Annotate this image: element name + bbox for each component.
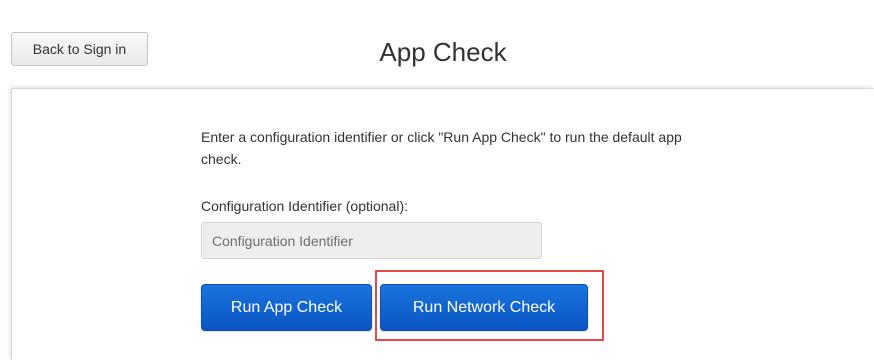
page-title: App Check	[379, 37, 507, 67]
run-network-check-button[interactable]: Run Network Check	[380, 284, 588, 331]
page-header: Back to Sign in App Check	[0, 0, 874, 90]
instructions-text: Enter a configuration identifier or clic…	[201, 129, 682, 167]
config-identifier-input[interactable]	[201, 222, 542, 259]
app-check-page: Back to Sign in App Check Enter a config…	[0, 0, 874, 360]
config-identifier-label: Configuration Identifier (optional):	[201, 198, 409, 214]
run-app-check-button[interactable]: Run App Check	[201, 284, 372, 331]
